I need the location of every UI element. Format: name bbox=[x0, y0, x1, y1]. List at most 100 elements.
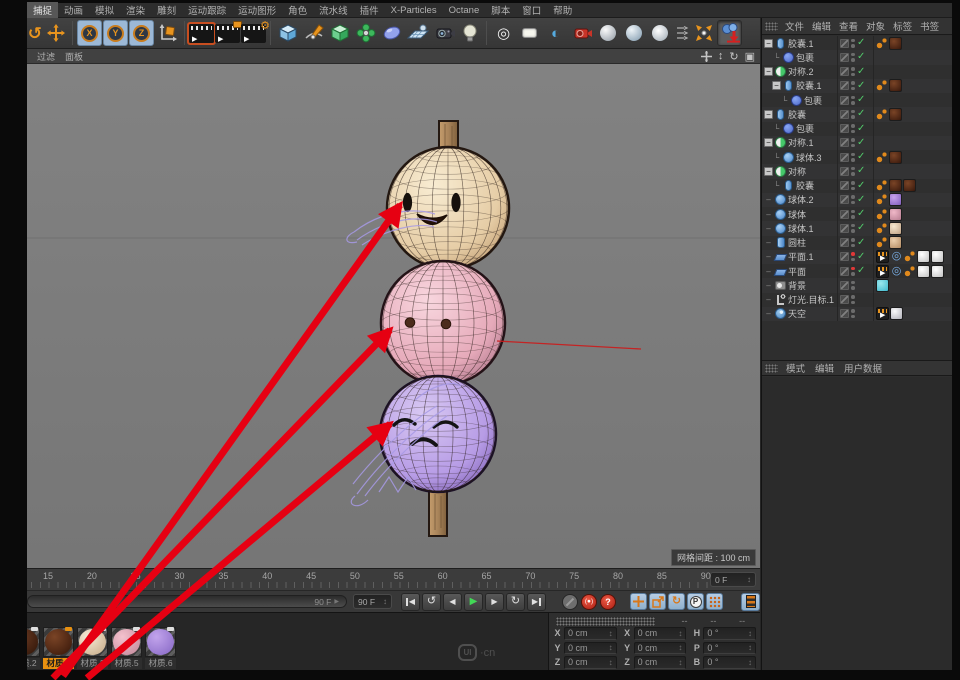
stepper-icon[interactable]: ↕ bbox=[678, 643, 682, 652]
object-label[interactable]: −对称 bbox=[762, 164, 838, 178]
object-row[interactable]: –天空 bbox=[762, 307, 952, 321]
object-row[interactable]: –球体.1✓ bbox=[762, 221, 952, 235]
key-rotation-button[interactable]: ↻ bbox=[668, 593, 685, 610]
phong-tag[interactable] bbox=[904, 250, 916, 263]
compositing-tag[interactable] bbox=[876, 265, 889, 278]
coord-z-field[interactable]: 0 cm↕ bbox=[564, 656, 617, 669]
object-row[interactable]: –平面✓◎ bbox=[762, 264, 952, 278]
visibility-dots[interactable] bbox=[851, 138, 855, 147]
visibility-dots[interactable] bbox=[851, 252, 855, 261]
layer-tag[interactable] bbox=[840, 195, 849, 204]
object-label[interactable]: –球体 bbox=[762, 207, 838, 221]
material-item[interactable]: 材质.4 bbox=[43, 627, 74, 670]
visibility-dots[interactable] bbox=[851, 295, 855, 304]
coord-z-field[interactable]: 0 cm↕ bbox=[634, 656, 687, 669]
visibility-dots[interactable] bbox=[851, 110, 855, 119]
phong-tag[interactable] bbox=[904, 265, 916, 278]
background-button[interactable]: ◐ bbox=[543, 20, 568, 46]
layer-tag[interactable] bbox=[840, 153, 849, 162]
object-manager-menu-item[interactable]: 编辑 bbox=[808, 19, 835, 33]
expand-toggle-icon[interactable]: − bbox=[772, 81, 781, 90]
object-label[interactable]: └包裹 bbox=[762, 50, 838, 64]
coord-x-field[interactable]: 0 cm↕ bbox=[634, 627, 687, 640]
menubar-item[interactable]: 角色 bbox=[282, 2, 313, 18]
end-frame-field[interactable]: 90 F↕ bbox=[353, 594, 392, 609]
object-row[interactable]: −对称.1✓ bbox=[762, 136, 952, 150]
object-label[interactable]: └球体.3 bbox=[762, 150, 838, 164]
object-row[interactable]: –球体✓ bbox=[762, 207, 952, 221]
menubar-item[interactable]: 运动跟踪 bbox=[182, 2, 232, 18]
metaball-button[interactable] bbox=[379, 20, 404, 46]
object-manager-menu-item[interactable]: 查看 bbox=[835, 19, 862, 33]
go-to-start-button[interactable]: ◀ bbox=[401, 593, 420, 611]
layer-tag[interactable] bbox=[840, 238, 849, 247]
object-label[interactable]: –球体.1 bbox=[762, 221, 838, 235]
material-item[interactable]: 材质.6 bbox=[145, 627, 176, 670]
menubar-item[interactable]: 动画 bbox=[58, 2, 89, 18]
enabled-check-icon[interactable]: ✓ bbox=[857, 152, 865, 162]
visibility-dots[interactable] bbox=[851, 238, 855, 247]
mograph-cloner-button[interactable] bbox=[353, 20, 378, 46]
enabled-check-icon[interactable]: ✓ bbox=[857, 52, 865, 62]
viewport-menu-item[interactable]: 面板 bbox=[60, 50, 88, 63]
material-tag[interactable] bbox=[889, 108, 902, 121]
object-label[interactable]: −对称.2 bbox=[762, 65, 838, 79]
object-row[interactable]: └球体.3 ✓ bbox=[762, 150, 952, 164]
key-scale-button[interactable] bbox=[649, 593, 666, 610]
object-row[interactable]: –灯光.目标.1 bbox=[762, 293, 952, 307]
layer-tag[interactable] bbox=[840, 252, 849, 261]
material-tag[interactable] bbox=[903, 179, 916, 192]
timeline-range-slider[interactable]: 90 F▶ bbox=[27, 595, 347, 608]
layer-tag[interactable] bbox=[840, 224, 849, 233]
stepper-icon[interactable]: ↕ bbox=[609, 658, 613, 667]
layer-tag[interactable] bbox=[840, 309, 849, 318]
object-row[interactable]: −胶囊.1✓ bbox=[762, 79, 952, 93]
material-tag[interactable] bbox=[876, 279, 889, 292]
toggle-view-icon[interactable]: ▣ bbox=[745, 50, 755, 63]
visibility-dots[interactable] bbox=[851, 53, 855, 62]
layer-tag[interactable] bbox=[840, 124, 849, 133]
attribute-manager-menu-item[interactable]: 模式 bbox=[781, 361, 810, 375]
material-item[interactable]: 材质.2 bbox=[27, 627, 40, 670]
visibility-dots[interactable] bbox=[851, 309, 855, 318]
stepper-icon[interactable]: ↕ bbox=[747, 575, 751, 584]
menubar-item[interactable]: 运动图形 bbox=[232, 2, 282, 18]
object-row[interactable]: –圆柱✓ bbox=[762, 236, 952, 250]
area-light-button[interactable] bbox=[517, 20, 542, 46]
menubar-item[interactable]: 捕捉 bbox=[27, 2, 58, 18]
visibility-dots[interactable] bbox=[851, 267, 855, 276]
layer-tag[interactable] bbox=[840, 267, 849, 276]
viewport-canvas[interactable]: 网格间距 : 100 cm bbox=[27, 64, 760, 568]
enabled-check-icon[interactable]: ✓ bbox=[857, 238, 865, 248]
attribute-manager-menu-item[interactable]: 编辑 bbox=[810, 361, 839, 375]
sky-preset-1-button[interactable] bbox=[595, 20, 620, 46]
play-backwards-button[interactable]: ↺ bbox=[422, 593, 441, 611]
stepper-icon[interactable]: ↕ bbox=[609, 629, 613, 638]
stepper-icon[interactable]: ↕ bbox=[748, 643, 752, 652]
material-tag[interactable] bbox=[889, 79, 902, 92]
object-row[interactable]: –平面.1✓◎ bbox=[762, 250, 952, 264]
expand-toggle-icon[interactable]: − bbox=[764, 39, 773, 48]
stage-camera-button[interactable] bbox=[569, 20, 594, 46]
material-tag[interactable] bbox=[931, 250, 944, 263]
stepper-icon[interactable]: ↕ bbox=[383, 597, 387, 606]
spotlight-button[interactable]: ◎ bbox=[491, 20, 516, 46]
object-label[interactable]: −胶囊.1 bbox=[762, 36, 838, 50]
object-manager-menu-item[interactable]: 标签 bbox=[889, 19, 916, 33]
layer-tag[interactable] bbox=[840, 167, 849, 176]
coord-y-field[interactable]: 0 cm↕ bbox=[564, 642, 617, 655]
object-label[interactable]: –背景 bbox=[762, 278, 838, 292]
visibility-dots[interactable] bbox=[851, 96, 855, 105]
object-label[interactable]: –平面.1 bbox=[762, 250, 838, 264]
attribute-manager-menu-item[interactable]: 用户数据 bbox=[839, 361, 887, 375]
material-item[interactable]: 材质.3 bbox=[77, 627, 108, 670]
previous-frame-button[interactable]: ◀ bbox=[443, 593, 462, 611]
menubar-item[interactable]: 流水线 bbox=[313, 2, 354, 18]
object-label[interactable]: −胶囊.1 bbox=[762, 79, 838, 93]
layer-tag[interactable] bbox=[840, 138, 849, 147]
phong-tag[interactable] bbox=[876, 179, 888, 192]
material-tag[interactable] bbox=[889, 37, 902, 50]
layer-tag[interactable] bbox=[840, 96, 849, 105]
panel-grip-icon[interactable] bbox=[765, 364, 778, 373]
viewport-menu-item[interactable]: 过滤 bbox=[32, 50, 60, 63]
